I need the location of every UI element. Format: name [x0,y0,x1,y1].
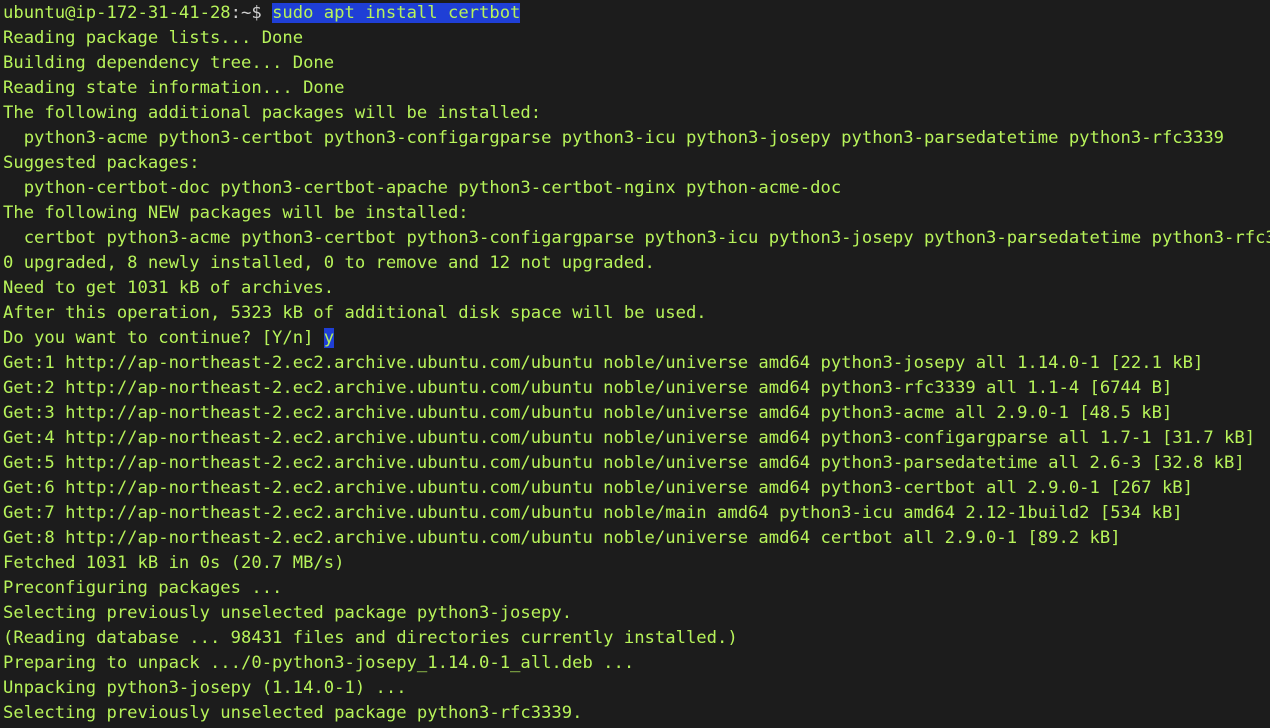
output-line: Get:7 http://ap-northeast-2.ec2.archive.… [3,503,1183,523]
confirm-answer[interactable]: y [323,328,335,348]
confirm-prompt-line: Do you want to continue? [Y/n] y [0,326,1270,351]
output-line: Get:3 http://ap-northeast-2.ec2.archive.… [3,403,1173,423]
output-line: The following additional packages will b… [3,103,542,123]
output-line: python3-acme python3-certbot python3-con… [3,128,1225,148]
output-line: After this operation, 5323 kB of additio… [3,303,707,323]
output-line: Get:5 http://ap-northeast-2.ec2.archive.… [3,453,1245,473]
output-line: Get:4 http://ap-northeast-2.ec2.archive.… [3,428,1256,448]
output-line: Get:6 http://ap-northeast-2.ec2.archive.… [3,478,1193,498]
output-line: Selecting previously unselected package … [3,603,573,623]
output-line: 0 upgraded, 8 newly installed, 0 to remo… [3,253,655,273]
output-line: Fetched 1031 kB in 0s (20.7 MB/s) [3,553,345,573]
output-line: Reading state information... Done [3,78,345,98]
typed-command[interactable]: sudo apt install certbot [272,3,521,23]
output-line: Need to get 1031 kB of archives. [3,278,335,298]
output-line: Unpacking python3-josepy (1.14.0-1) ... [3,678,407,698]
output-line: (Reading database ... 98431 files and di… [3,628,738,648]
confirm-question: Do you want to continue? [Y/n] [3,328,324,348]
output-line: Get:1 http://ap-northeast-2.ec2.archive.… [3,353,1204,373]
command-prompt-line: ubuntu@ip-172-31-41-28:~$ sudo apt insta… [0,1,1270,26]
prompt-separator: :~$ [230,3,273,23]
output-line: Selecting previously unselected package … [3,703,583,723]
output-line: certbot python3-acme python3-certbot pyt… [3,228,1270,248]
output-line: The following NEW packages will be insta… [3,203,469,223]
output-line: Get:2 http://ap-northeast-2.ec2.archive.… [3,378,1173,398]
output-line: Preparing to unpack .../0-python3-josepy… [3,653,635,673]
output-line: Suggested packages: [3,153,200,173]
terminal-window[interactable]: ubuntu@ip-172-31-41-28:~$ sudo apt insta… [0,0,1270,728]
output-line: Preconfiguring packages ... [3,578,283,598]
output-line: python-certbot-doc python3-certbot-apach… [3,178,842,198]
prompt-user-host: ubuntu@ip-172-31-41-28 [3,3,231,23]
output-line: Get:8 http://ap-northeast-2.ec2.archive.… [3,528,1121,548]
output-line: Building dependency tree... Done [3,53,335,73]
output-line: Reading package lists... Done [3,28,304,48]
